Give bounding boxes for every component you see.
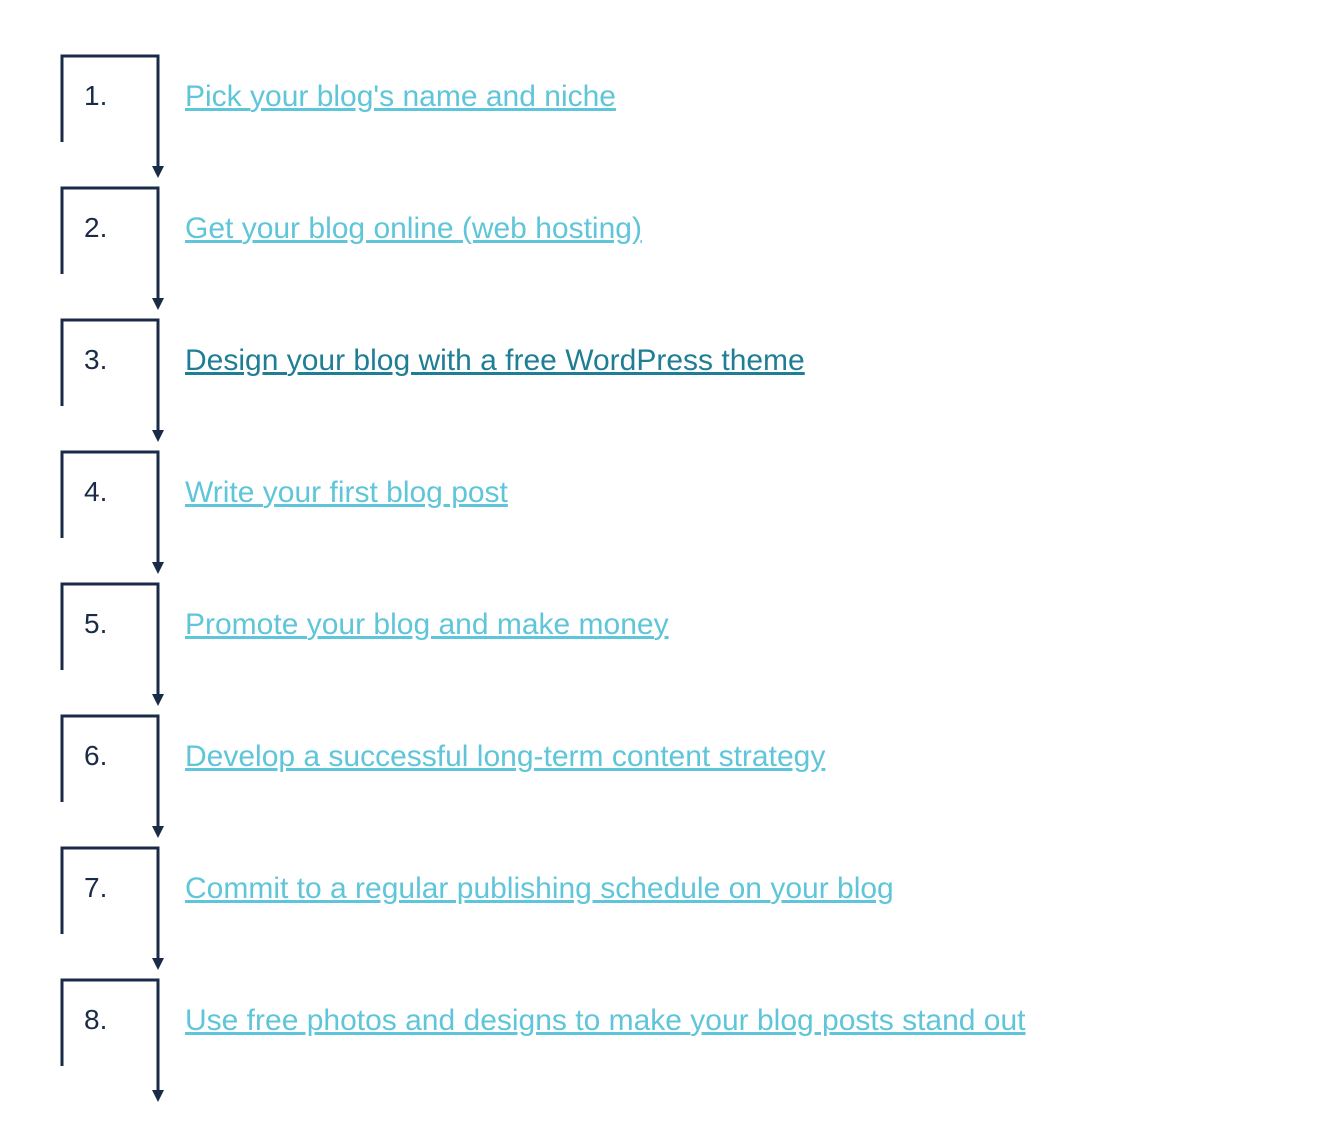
step-link[interactable]: Use free photos and designs to make your…: [185, 1001, 1026, 1040]
step-link[interactable]: Design your blog with a free WordPress t…: [185, 341, 805, 380]
step-number: 2.: [84, 212, 107, 244]
step-number: 4.: [84, 476, 107, 508]
bracket-arrow-icon: [60, 978, 170, 1110]
list-item: 1. Pick your blog's name and niche: [60, 30, 1266, 162]
step-number: 3.: [84, 344, 107, 376]
step-number-box: 3.: [60, 315, 145, 405]
step-number-box: 4.: [60, 447, 145, 537]
step-number: 7.: [84, 872, 107, 904]
step-number-box: 8.: [60, 975, 145, 1065]
list-item: 8. Use free photos and designs to make y…: [60, 954, 1266, 1086]
step-number: 5.: [84, 608, 107, 640]
step-number-box: 6.: [60, 711, 145, 801]
step-number: 1.: [84, 80, 107, 112]
step-number-box: 5.: [60, 579, 145, 669]
step-link[interactable]: Pick your blog's name and niche: [185, 77, 616, 116]
list-item: 4. Write your first blog post: [60, 426, 1266, 558]
list-item: 6. Develop a successful long-term conten…: [60, 690, 1266, 822]
step-list: 1. Pick your blog's name and niche 2. Ge…: [60, 30, 1266, 1086]
step-link[interactable]: Develop a successful long-term content s…: [185, 737, 825, 776]
step-number: 8.: [84, 1004, 107, 1036]
list-item: 2. Get your blog online (web hosting): [60, 162, 1266, 294]
step-link[interactable]: Promote your blog and make money: [185, 605, 669, 644]
step-number: 6.: [84, 740, 107, 772]
step-link[interactable]: Commit to a regular publishing schedule …: [185, 869, 894, 908]
list-item: 7. Commit to a regular publishing schedu…: [60, 822, 1266, 954]
step-number-box: 1.: [60, 51, 145, 141]
list-item: 3. Design your blog with a free WordPres…: [60, 294, 1266, 426]
step-link[interactable]: Get your blog online (web hosting): [185, 209, 642, 248]
step-number-box: 7.: [60, 843, 145, 933]
list-item: 5. Promote your blog and make money: [60, 558, 1266, 690]
step-number-box: 2.: [60, 183, 145, 273]
step-link[interactable]: Write your first blog post: [185, 473, 508, 512]
